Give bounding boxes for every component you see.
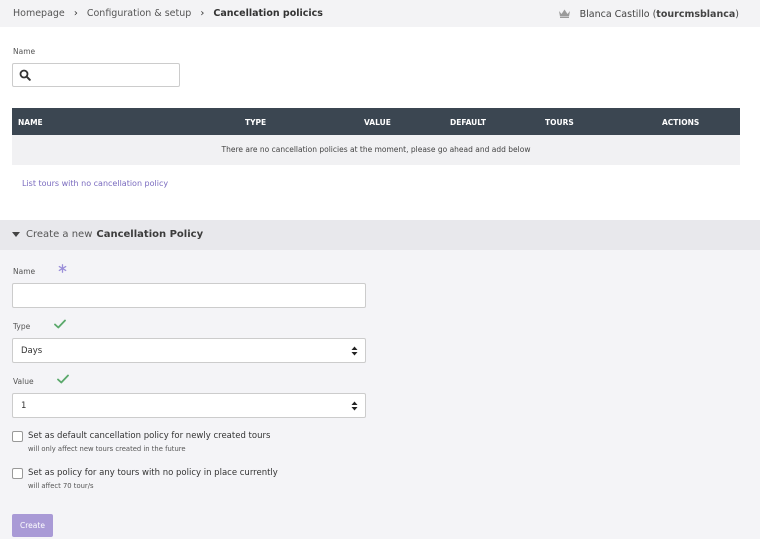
create-policy-title: Create a new Cancellation Policy xyxy=(26,229,204,240)
search-label: Name xyxy=(13,47,36,56)
asterisk-icon xyxy=(58,264,67,276)
default-policy-checkbox[interactable] xyxy=(12,431,23,442)
breadcrumb-current: Cancellation policics xyxy=(213,8,323,19)
create-policy-panel: Create a new Cancellation Policy Name Typ… xyxy=(0,220,760,539)
search-field[interactable] xyxy=(12,63,180,87)
caret-down-icon xyxy=(12,232,20,237)
apply-policy-checkbox-label[interactable]: Set as policy for any tours with no poli… xyxy=(28,468,278,478)
create-button[interactable]: Create xyxy=(12,514,53,537)
column-header-default[interactable]: DEFAULT xyxy=(450,118,486,127)
value-select-value: 1 xyxy=(21,401,27,411)
user-name: Blanca Castillo xyxy=(579,9,650,20)
column-header-type[interactable]: TYPE xyxy=(245,118,266,127)
table-empty-message: There are no cancellation policies at th… xyxy=(12,135,740,165)
column-header-tours[interactable]: TOURS xyxy=(545,118,574,127)
type-label: Type xyxy=(13,322,31,331)
breadcrumb: Homepage › Configuration & setup › Cance… xyxy=(13,8,323,19)
column-header-value[interactable]: VALUE xyxy=(364,118,391,127)
value-label: Value xyxy=(13,377,34,386)
chevron-right-icon: › xyxy=(73,8,78,19)
search-input[interactable] xyxy=(35,66,175,84)
top-bar: Homepage › Configuration & setup › Cance… xyxy=(0,0,760,27)
crown-icon xyxy=(558,8,571,21)
value-select[interactable]: 1 xyxy=(12,393,366,418)
search-icon xyxy=(19,69,31,84)
breadcrumb-homepage[interactable]: Homepage xyxy=(13,8,65,19)
sort-arrows-icon xyxy=(351,346,358,359)
breadcrumb-configuration[interactable]: Configuration & setup xyxy=(87,8,191,19)
column-header-actions: ACTIONS xyxy=(662,118,700,127)
policies-table-header: NAME TYPE VALUE DEFAULT TOURS ACTIONS xyxy=(12,108,740,135)
sort-arrows-icon xyxy=(351,401,358,414)
create-policy-header[interactable]: Create a new Cancellation Policy xyxy=(0,220,760,250)
policy-name-input[interactable] xyxy=(13,284,365,307)
apply-policy-checkbox[interactable] xyxy=(12,468,23,479)
check-icon xyxy=(57,374,69,387)
name-label: Name xyxy=(13,267,36,276)
list-tours-no-policy-link[interactable]: List tours with no cancellation policy xyxy=(22,179,168,188)
apply-policy-checkbox-hint: will affect 70 tour/s xyxy=(28,482,94,490)
type-select-value: Days xyxy=(21,346,43,356)
column-header-name[interactable]: NAME xyxy=(18,118,43,127)
chevron-right-icon: › xyxy=(200,8,205,19)
default-policy-checkbox-hint: will only affect new tours created in th… xyxy=(28,445,186,453)
default-policy-checkbox-label[interactable]: Set as default cancellation policy for n… xyxy=(28,431,270,441)
policy-name-field[interactable] xyxy=(12,283,366,308)
type-select[interactable]: Days xyxy=(12,338,366,363)
user-menu[interactable]: Blanca Castillo (tourcmsblanca) xyxy=(558,8,739,21)
check-icon xyxy=(54,319,66,332)
user-username: tourcmsblanca xyxy=(656,9,736,20)
